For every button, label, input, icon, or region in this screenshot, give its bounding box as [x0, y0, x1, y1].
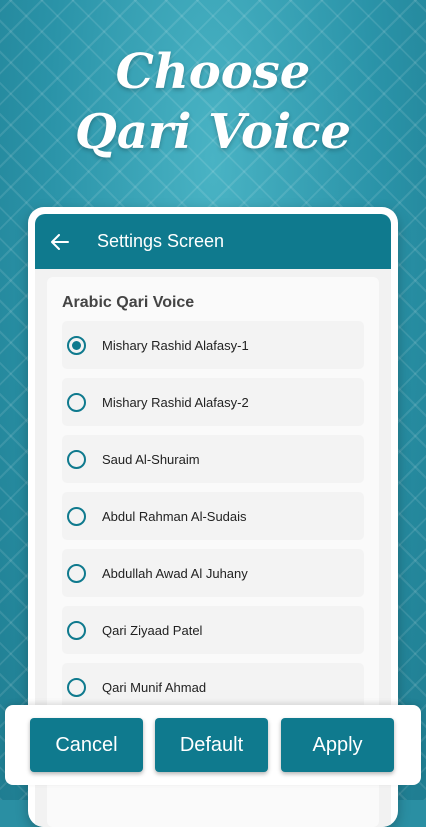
default-button[interactable]: Default: [155, 718, 268, 772]
action-bar: Cancel Default Apply: [5, 705, 421, 785]
voice-label: Mishary Rashid Alafasy-2: [102, 394, 249, 410]
voice-option-7[interactable]: Qari Munif Ahmad: [62, 663, 364, 711]
screen-title: Settings Screen: [97, 231, 225, 251]
radio-selected-icon[interactable]: [67, 335, 86, 355]
app-bar: Settings Screen: [35, 214, 391, 269]
voice-list: Mishary Rashid Alafasy-1 Mishary Rashid …: [62, 321, 364, 720]
voice-option-3[interactable]: Saud Al-Shuraim: [62, 435, 364, 483]
arrow-left-icon[interactable]: [49, 231, 71, 253]
voice-option-6[interactable]: Qari Ziyaad Patel: [62, 606, 364, 654]
radio-unselected-icon[interactable]: [67, 449, 86, 469]
voice-option-2[interactable]: Mishary Rashid Alafasy-2: [62, 378, 364, 426]
voice-option-1[interactable]: Mishary Rashid Alafasy-1: [62, 321, 364, 369]
radio-unselected-icon[interactable]: [67, 677, 86, 697]
voice-label: Qari Ziyaad Patel: [102, 622, 203, 638]
voice-option-4[interactable]: Abdul Rahman Al-Sudais: [62, 492, 364, 540]
section-title: Arabic Qari Voice: [62, 294, 195, 311]
radio-unselected-icon[interactable]: [67, 620, 86, 640]
voice-label: Qari Munif Ahmad: [102, 679, 207, 695]
headline-line-2: Qari Voice: [75, 104, 351, 160]
promo-headline: Choose Qari Voice: [0, 42, 426, 162]
voice-label: Saud Al-Shuraim: [102, 451, 200, 467]
voice-label: Abdullah Awad Al Juhany: [102, 565, 248, 581]
voice-option-5[interactable]: Abdullah Awad Al Juhany: [62, 549, 364, 597]
apply-button[interactable]: Apply: [281, 718, 394, 772]
radio-unselected-icon[interactable]: [67, 563, 86, 583]
cancel-button[interactable]: Cancel: [30, 718, 143, 772]
radio-unselected-icon[interactable]: [67, 506, 86, 526]
voice-label: Abdul Rahman Al-Sudais: [102, 508, 247, 524]
radio-unselected-icon[interactable]: [67, 392, 86, 412]
voice-label: Mishary Rashid Alafasy-1: [102, 337, 249, 353]
headline-line-1: Choose: [115, 44, 311, 100]
